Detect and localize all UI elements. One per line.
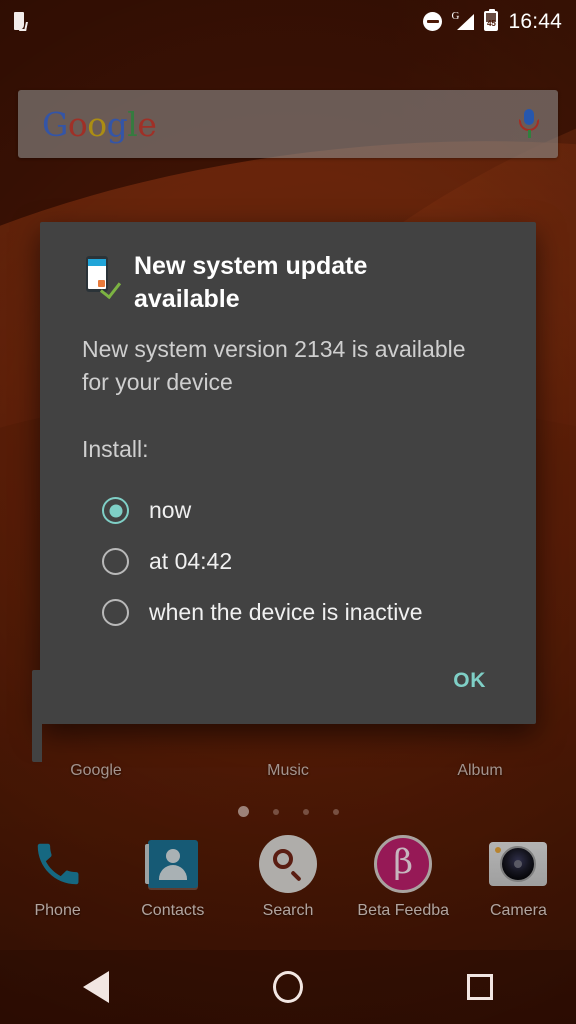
android-home-screen: G 45 16:44 Google Google Music Album Pho… (0, 0, 576, 1024)
status-bar-clock: 16:44 (508, 9, 562, 33)
radio-button-now[interactable] (102, 497, 129, 525)
radio-button-inactive[interactable] (102, 599, 129, 627)
nav-home-button[interactable] (192, 971, 384, 1003)
system-update-icon (82, 256, 122, 300)
sim-card-icon (14, 12, 24, 30)
status-bar-right: G 45 16:44 (423, 9, 562, 33)
nav-back-button[interactable] (0, 971, 192, 1003)
install-label: Install: (82, 436, 149, 463)
radio-button-scheduled[interactable] (102, 548, 129, 576)
radio-option-now[interactable]: now (102, 485, 496, 536)
status-bar-left (14, 12, 24, 30)
do-not-disturb-icon (423, 11, 443, 31)
signal-bars-icon (457, 14, 475, 30)
nav-recents-button[interactable] (384, 974, 576, 1000)
dialog-title: New system update available (134, 252, 368, 313)
cellular-signal-icon: G (451, 10, 475, 31)
ok-button[interactable]: OK (439, 661, 500, 701)
radio-option-scheduled[interactable]: at 04:42 (102, 536, 496, 587)
system-update-dialog: New system update available New system v… (32, 222, 536, 762)
radio-label-scheduled: at 04:42 (149, 548, 233, 575)
radio-label-now: now (149, 497, 192, 524)
radio-label-inactive: when the device is inactive (149, 599, 423, 626)
back-icon (83, 971, 109, 1003)
battery-icon: 45 (484, 9, 499, 31)
dialog-body: New system version 2134 is available for… (40, 315, 536, 638)
radio-option-inactive[interactable]: when the device is inactive (102, 587, 496, 638)
navigation-bar (0, 950, 576, 1024)
install-options-group: now at 04:42 when the device is inactive (102, 485, 496, 638)
status-bar[interactable]: G 45 16:44 (0, 0, 576, 42)
dialog-message: New system version 2134 is available for… (82, 336, 466, 395)
update-phone-topbar (88, 259, 106, 266)
dialog-footer: OK (40, 638, 536, 724)
recents-icon (467, 974, 493, 1000)
home-icon (273, 971, 303, 1003)
dialog-header: New system update available (40, 222, 536, 315)
battery-percent-label: 45 (486, 19, 496, 28)
